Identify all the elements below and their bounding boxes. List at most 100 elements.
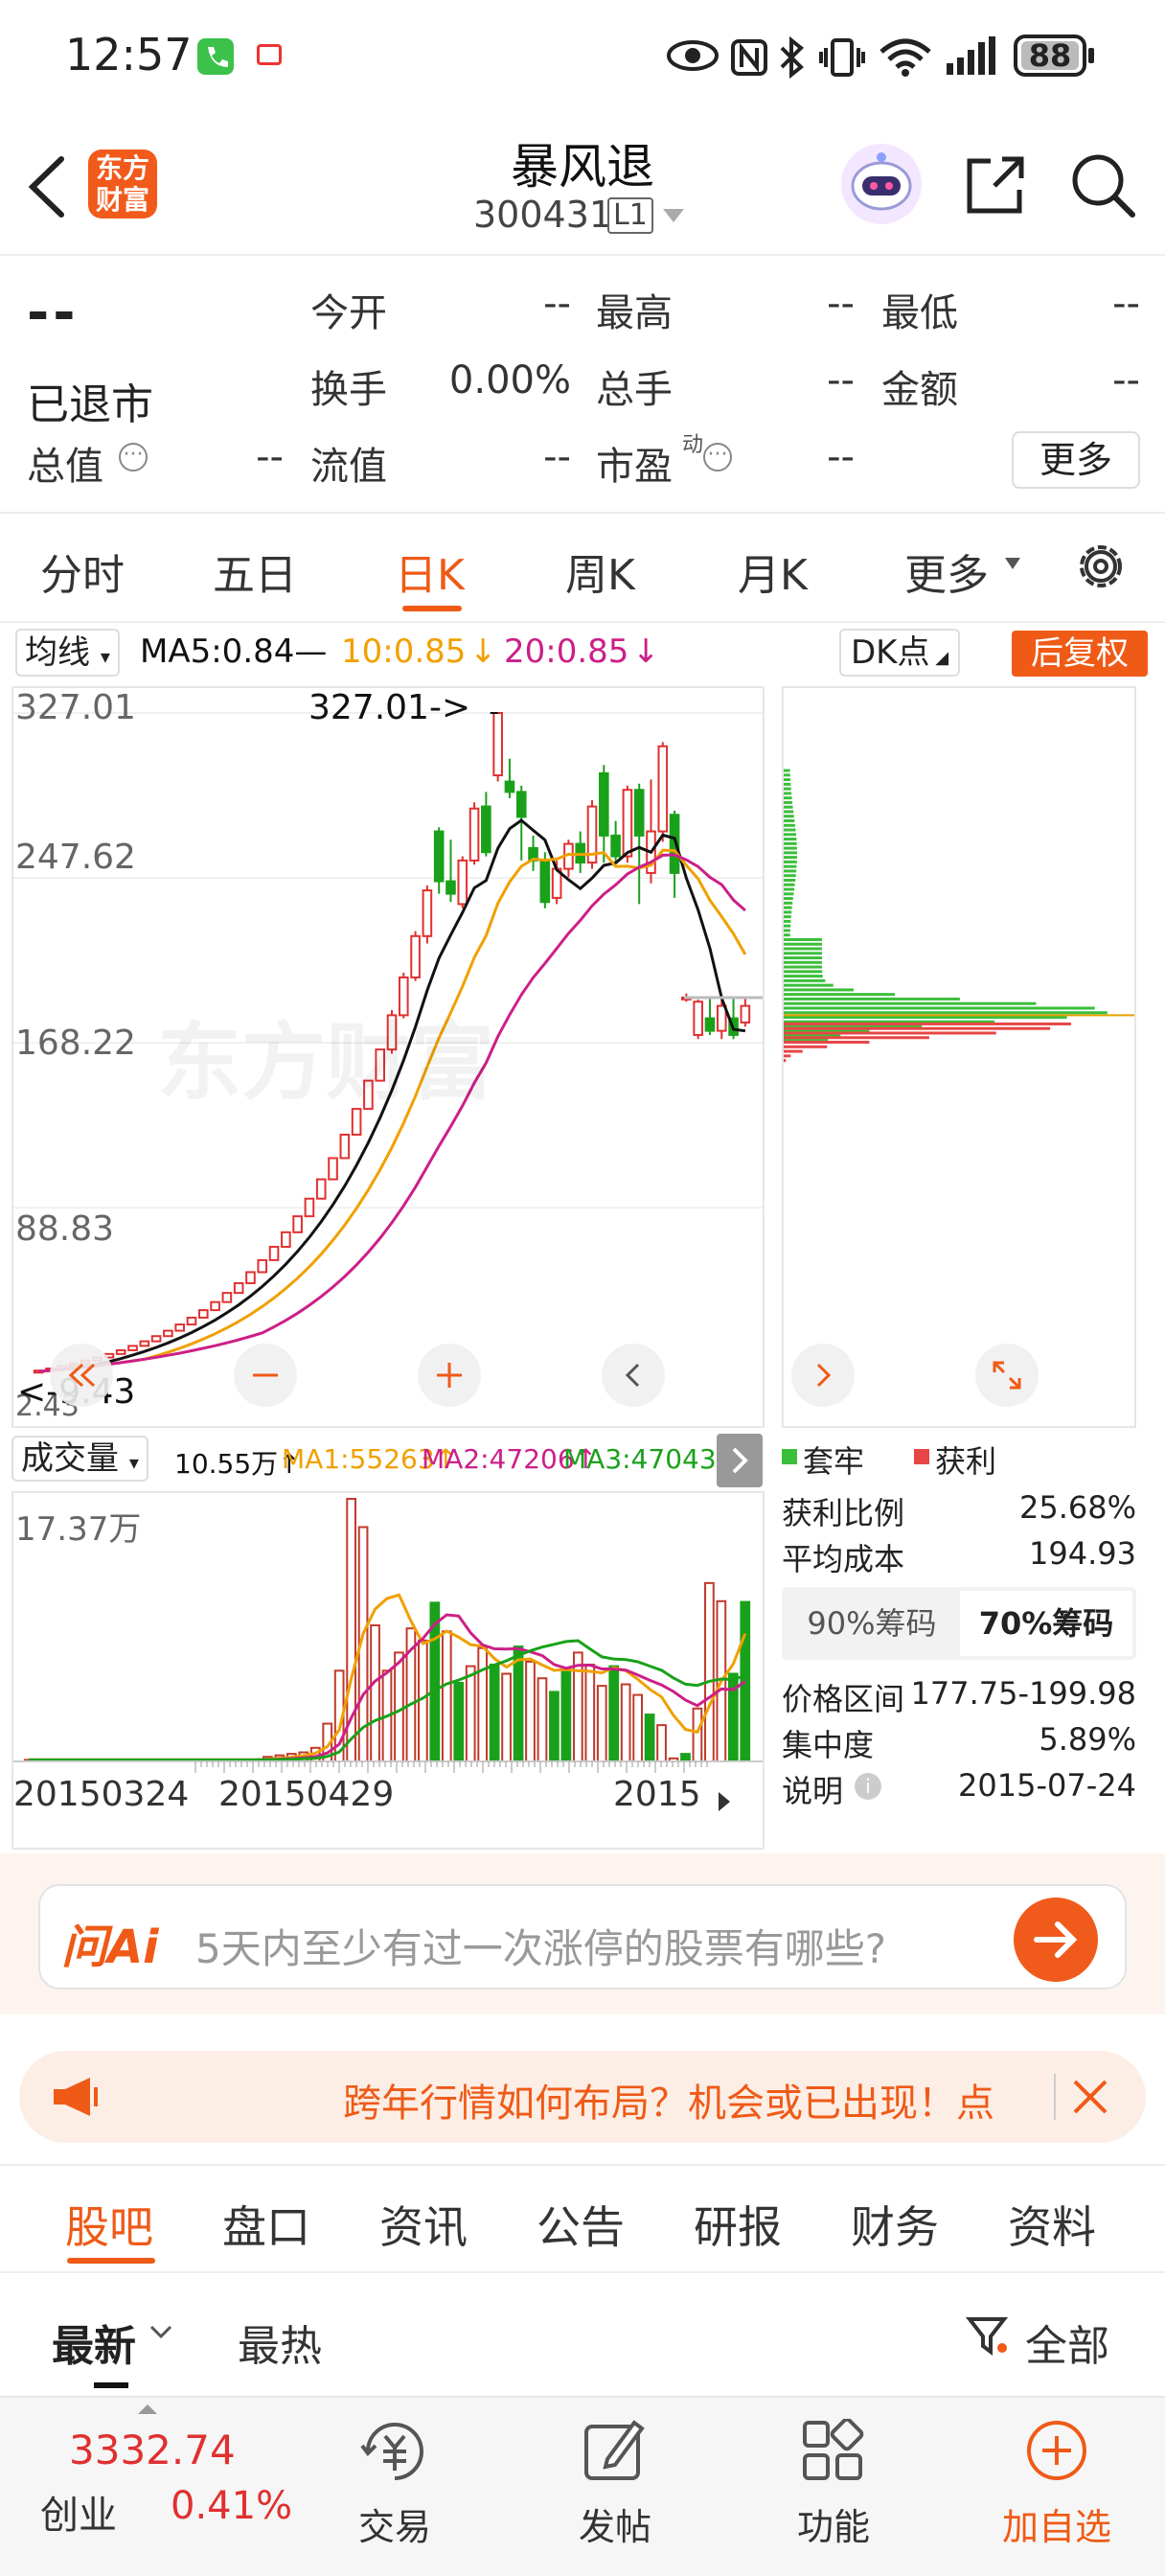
share-icon[interactable] [962,151,1029,222]
y-label-4: 88.83 [15,1209,115,1249]
battery-tip [1088,48,1094,63]
tab-profile[interactable]: 资料 [1008,2193,1096,2256]
tab-forum[interactable]: 股吧 [65,2193,153,2256]
info-dots-icon[interactable]: ··· [703,443,732,472]
chip-bar-trapped [784,892,794,896]
nav-functions[interactable]: 功能 [776,2497,891,2550]
adjust-price-button[interactable]: 后复权 [1012,631,1148,677]
chip-bar-trapped [784,919,791,923]
candle [257,1258,268,1274]
chip-bar-trapped [784,988,854,992]
chip-bar-trapped [784,901,793,905]
ai-assistant-avatar[interactable] [841,144,922,224]
scroll-right-icon[interactable] [791,1344,855,1407]
volume-bar [680,1753,691,1762]
down-arrow-icon: ↓ [469,632,497,671]
search-icon[interactable] [1069,151,1136,222]
volume-expand-icon[interactable] [717,1434,763,1487]
status-bar: 12:57 88 [0,0,1165,115]
volume-label: 总手 [596,368,673,412]
tab-70-chips[interactable]: 70%筹码 [960,1591,1132,1656]
zoom-in-icon[interactable] [418,1344,481,1407]
volume-selector[interactable]: 成交量 ▾ [11,1436,148,1482]
phone-call-icon [197,38,234,75]
megaphone-icon [52,2076,100,2122]
dropdown-icon[interactable] [661,207,686,228]
settings-gear-icon[interactable] [1071,537,1131,600]
tab-finance[interactable]: 财务 [851,2193,939,2256]
tab-90-chips[interactable]: 90%筹码 [786,1591,958,1656]
tab-order-book[interactable]: 盘口 [222,2193,310,2256]
close-icon[interactable] [1071,2078,1109,2120]
eastmoney-logo[interactable]: 东方 财富 [88,150,157,218]
nfc-icon [730,38,768,80]
chip-bar-trapped [784,841,797,845]
nav-add-watchlist[interactable]: 加自选 [985,2497,1129,2550]
tab-announcements[interactable]: 公告 [537,2193,625,2256]
total-cap-label: 总值 [27,445,103,489]
scroll-left-icon[interactable] [602,1344,665,1407]
ma-selector-label: 均线 [25,633,90,672]
tab-weekly-k[interactable]: 周K [565,540,635,602]
post-icon[interactable] [581,2417,648,2488]
candle [292,1215,303,1233]
notice-banner[interactable]: 跨年行情如何布局？机会或已出现！点 [19,2051,1146,2143]
candle [163,1329,173,1338]
tab-more[interactable]: 更多 [904,540,989,602]
chip-bar-trapped [784,782,791,786]
tab-five-day[interactable]: 五日 [213,540,297,602]
vibrate-icon [818,36,866,82]
level-badge[interactable]: L1 [607,197,653,234]
index-name[interactable]: 创业 [40,2484,117,2540]
candle [174,1323,185,1332]
index-change[interactable]: 0.41% [171,2484,292,2528]
tab-intraday[interactable]: 分时 [40,540,125,602]
index-value[interactable]: 3332.74 [69,2426,236,2473]
trade-icon[interactable] [358,2419,431,2486]
chip-bar-trapped [784,993,896,997]
volume-bar [704,1581,715,1763]
profit-ratio-value: 25.68% [1018,1489,1136,1526]
chip-bar-trapped [784,906,792,909]
kline-chart-frame[interactable]: 东方财富 327.01 247.62 168.22 88.83 2.43 327… [11,686,765,1428]
dk-point-selector[interactable]: DK点 ◢ [839,629,961,677]
chip-bar-trapped [784,838,797,841]
scroll-left-fast-icon[interactable] [50,1344,113,1407]
chevron-down-icon [1004,556,1021,574]
next-icon[interactable] [697,1775,751,1828]
back-button[interactable] [25,153,67,224]
chip-bar-trapped [784,947,822,951]
volume-bar [525,1660,536,1762]
sort-latest[interactable]: 最新 [52,2312,136,2373]
y-label-top: 327.01 [15,688,136,727]
more-quote-button[interactable]: 更多 [1012,431,1140,489]
nav-trade[interactable]: 交易 [337,2497,452,2550]
sort-hot[interactable]: 最热 [238,2312,322,2373]
info-icon[interactable]: i [855,1773,881,1800]
tab-daily-k[interactable]: 日K [395,540,465,602]
zoom-out-icon[interactable] [234,1344,297,1407]
max-price-marker: 327.01-> [308,688,471,727]
battery-level: 88 [1028,37,1072,74]
candle [339,1133,351,1160]
filter-all[interactable]: 全部 [1025,2312,1109,2373]
info-dots-icon[interactable]: ··· [119,443,148,472]
stock-code: 300431 [473,194,613,236]
filter-icon[interactable] [965,2313,1010,2361]
candle [115,1348,126,1355]
low-label: 最低 [881,291,958,335]
tab-news[interactable]: 资讯 [379,2193,468,2256]
fullscreen-icon[interactable] [975,1344,1039,1407]
tab-monthly-k[interactable]: 月K [738,540,808,602]
functions-grid-icon[interactable] [801,2417,866,2488]
ai-search-box[interactable]: 问Ai 5天内至少有过一次涨停的股票有哪些? [38,1884,1127,1990]
active-tab-indicator [402,606,462,611]
profit-ratio-label: 获利比例 [782,1495,905,1531]
volume-bar [692,1707,703,1763]
ma-selector[interactable]: 均线 ▾ [15,629,120,677]
chip-bar-trapped [784,869,797,873]
nav-post[interactable]: 发帖 [558,2497,673,2550]
tab-research[interactable]: 研报 [694,2193,782,2256]
ai-submit-arrow-icon[interactable] [1014,1898,1098,1982]
add-watchlist-icon[interactable] [1025,2419,1088,2486]
